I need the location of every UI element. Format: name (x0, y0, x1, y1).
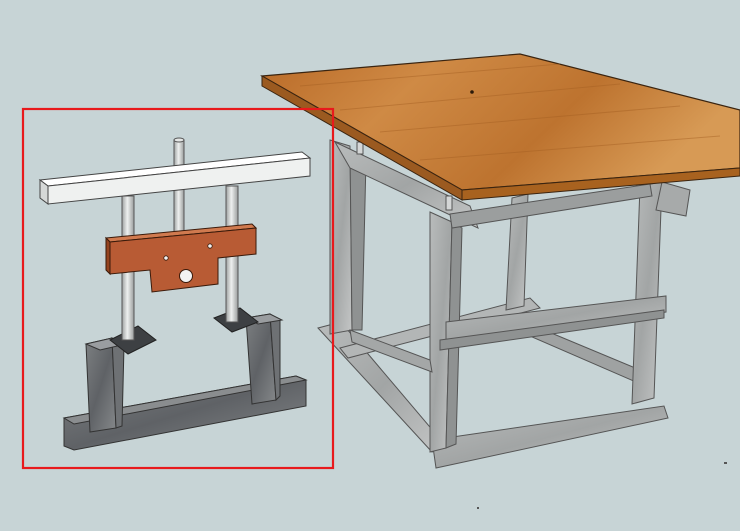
router-lift-assembly[interactable] (38, 137, 312, 451)
router-hole-marker (470, 90, 474, 94)
stray-marker (724, 462, 727, 464)
scene-canvas[interactable] (0, 0, 740, 531)
stray-marker (477, 507, 479, 509)
3d-modeling-viewport[interactable] (0, 0, 740, 531)
